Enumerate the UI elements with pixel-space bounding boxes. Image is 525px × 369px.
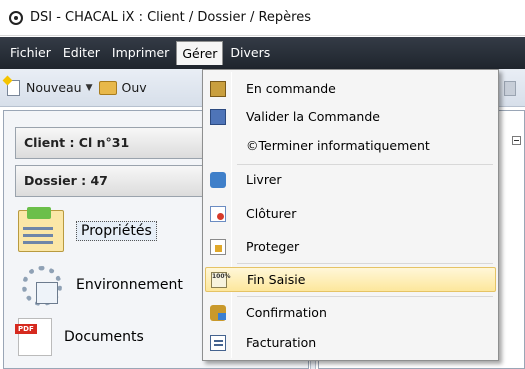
menu-item-cloturer[interactable]: Clôturer bbox=[205, 201, 496, 226]
collapse-icon[interactable] bbox=[512, 136, 521, 145]
menu-item-label: En commande bbox=[246, 81, 336, 96]
menu-item-label: Confirmation bbox=[246, 305, 327, 320]
gerer-dropdown-menu: En commande Valider la Commande ©Termine… bbox=[202, 69, 499, 361]
chevron-down-icon[interactable]: ▼ bbox=[86, 83, 93, 93]
menu-item-proteger[interactable]: Proteger bbox=[205, 234, 496, 259]
menu-item-label: Clôturer bbox=[246, 206, 297, 221]
nav-item-label: Propriétés bbox=[76, 221, 157, 241]
toolbar-edge-icon[interactable] bbox=[504, 81, 516, 96]
new-button[interactable]: Nouveau ▼ bbox=[7, 79, 93, 96]
validate-icon bbox=[210, 108, 226, 125]
menu-item-label: Facturation bbox=[246, 335, 317, 350]
menu-item-label: ©Terminer informatiquement bbox=[246, 138, 430, 153]
pdf-icon bbox=[15, 318, 52, 356]
title-bar: DSI - CHACAL iX : Client / Dossier / Rep… bbox=[0, 0, 525, 36]
percent-icon: 100% bbox=[211, 271, 231, 288]
menu-divers[interactable]: Divers bbox=[225, 41, 275, 65]
new-document-icon bbox=[7, 79, 20, 96]
menu-separator bbox=[237, 263, 493, 264]
menu-item-fin-saisie[interactable]: 100% Fin Saisie bbox=[205, 267, 496, 292]
window-title: DSI - CHACAL iX : Client / Dossier / Rep… bbox=[30, 10, 311, 25]
menu-separator bbox=[237, 296, 493, 297]
nav-item-label: Environnement bbox=[76, 277, 183, 293]
menu-fichier[interactable]: Fichier bbox=[5, 41, 56, 65]
open-folder-icon bbox=[98, 80, 117, 95]
menu-item-label: Proteger bbox=[246, 239, 300, 254]
open-button[interactable]: Ouv bbox=[98, 80, 147, 95]
menu-item-label: Livrer bbox=[246, 172, 282, 187]
new-button-label: Nouveau bbox=[26, 80, 82, 95]
box-icon bbox=[210, 80, 226, 97]
menu-item-label: Fin Saisie bbox=[247, 272, 306, 287]
app-logo-icon bbox=[9, 10, 23, 25]
menu-separator bbox=[237, 164, 493, 165]
menu-item-valider-commande[interactable]: Valider la Commande bbox=[205, 104, 496, 129]
blank-icon bbox=[210, 138, 226, 154]
menu-bar: Fichier Editer Imprimer Gérer Divers bbox=[0, 37, 525, 69]
open-button-label: Ouv bbox=[121, 80, 147, 95]
menu-item-en-commande[interactable]: En commande bbox=[205, 76, 496, 101]
truck-icon bbox=[210, 171, 226, 188]
nav-item-label: Documents bbox=[64, 329, 144, 345]
close-folder-icon bbox=[210, 205, 226, 222]
menu-item-facturation[interactable]: Facturation bbox=[205, 330, 496, 355]
menu-item-terminer-informatiquement[interactable]: ©Terminer informatiquement bbox=[205, 133, 496, 158]
menu-item-livrer[interactable]: Livrer bbox=[205, 167, 496, 192]
menu-item-confirmation[interactable]: Confirmation bbox=[205, 300, 496, 325]
menu-gerer[interactable]: Gérer bbox=[176, 41, 224, 65]
menu-editer[interactable]: Editer bbox=[58, 41, 105, 65]
properties-icon bbox=[18, 207, 64, 252]
menu-item-label: Valider la Commande bbox=[246, 109, 380, 124]
invoice-icon bbox=[210, 334, 226, 351]
environment-icon bbox=[18, 264, 64, 306]
lock-icon bbox=[210, 238, 226, 255]
menu-imprimer[interactable]: Imprimer bbox=[107, 41, 174, 65]
confirm-icon bbox=[210, 304, 226, 321]
